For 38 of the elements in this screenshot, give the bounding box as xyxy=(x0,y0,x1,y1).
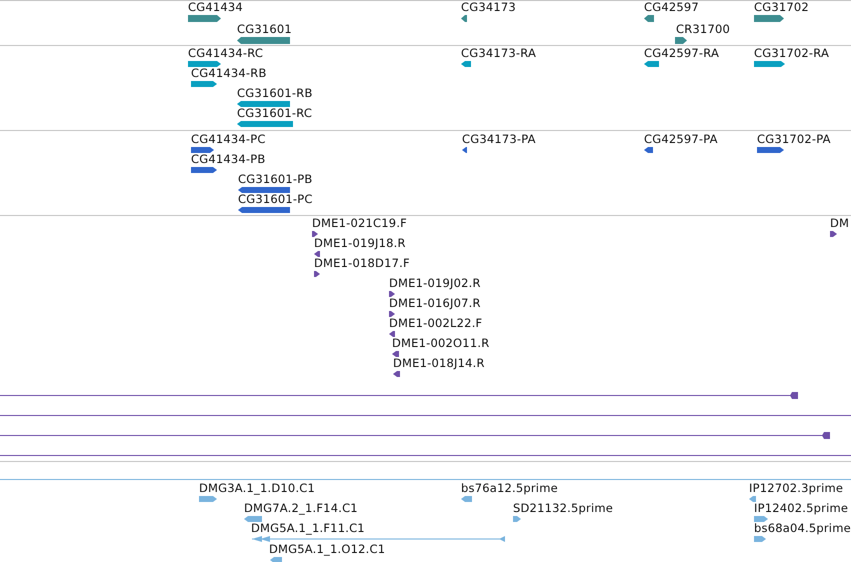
feature-label: CG31702-RA xyxy=(754,47,830,60)
feature-label: IP12402.5prime xyxy=(754,502,848,515)
feature-label: CG41434-PB xyxy=(191,153,266,166)
feature-label: CG31601-PB xyxy=(238,173,312,186)
feature-label: DMG5A.1_1.F11.C1 xyxy=(251,522,365,535)
feature-label: IP12702.3prime xyxy=(749,482,844,495)
feature-label: CG31601-RC xyxy=(237,107,312,120)
feature-label: CG31702-PA xyxy=(757,133,831,146)
feature-label: DME1-018J14.R xyxy=(393,357,485,370)
feature-label: CG41434-RC xyxy=(188,47,264,60)
feature-label: DME1-018D17.F xyxy=(314,257,410,270)
feature-label: CG42597 xyxy=(644,1,699,14)
feature-label: DME1-002O11.R xyxy=(392,337,490,350)
feature-label: CG41434-RB xyxy=(191,67,267,80)
feature-label: DM xyxy=(830,217,850,230)
feature-label: CG42597-RA xyxy=(644,47,720,60)
feature-label: CG42597-PA xyxy=(644,133,718,146)
feature-label: bs76a12.5prime xyxy=(461,482,558,495)
feature-label: DME1-019J18.R xyxy=(314,237,406,250)
feature-label: DME1-016J07.R xyxy=(389,297,481,310)
feature-label: DME1-002L22.F xyxy=(389,317,482,330)
feature-label: DMG7A.2_1.F14.C1 xyxy=(244,502,358,515)
feature-label: CG41434 xyxy=(188,1,243,14)
feature-label: CG31702 xyxy=(754,1,809,14)
feature-label: CG34173 xyxy=(461,1,516,14)
feature-label: CG34173-PA xyxy=(462,133,536,146)
feature-label: CG31601-RB xyxy=(237,87,313,100)
feature-label: CG34173-RA xyxy=(461,47,536,60)
feature-label: CG31601-PC xyxy=(238,193,313,206)
feature-label: CG31601 xyxy=(237,23,292,36)
feature-label: bs68a04.5prime xyxy=(754,522,851,535)
feature-label: CG41434-PC xyxy=(191,133,266,146)
feature-label: DME1-019J02.R xyxy=(389,277,481,290)
feature-label: DMG3A.1_1.D10.C1 xyxy=(199,482,316,495)
feature-label: DME1-021C19.F xyxy=(312,217,407,230)
feature-label: SD21132.5prime xyxy=(513,502,614,515)
feature-label: CR31700 xyxy=(676,23,730,36)
feature-label: DMG5A.1_1.O12.C1 xyxy=(269,543,386,556)
